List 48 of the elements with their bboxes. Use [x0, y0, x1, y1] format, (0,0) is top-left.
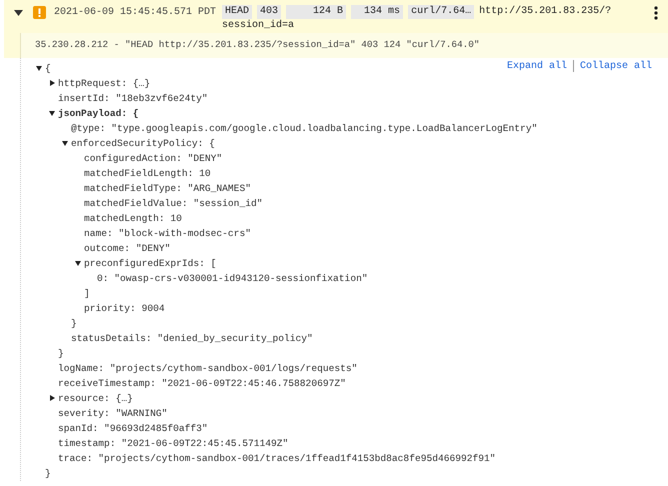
closing-bracket: ] [84, 288, 90, 299]
request-url: session_id=a [222, 19, 294, 33]
tree-field: insertId: "18eb3zvf6e24ty" [58, 93, 208, 104]
tree-field: 0: "owasp-crs-v030001-id943120-sessionfixation" [97, 273, 368, 284]
request-url: http://35.201.83.235/? [479, 5, 612, 19]
tree-field: matchedFieldType: "ARG_NAMES" [84, 183, 251, 194]
expand-toggle-icon[interactable] [36, 65, 42, 71]
chip: 134 ms [351, 5, 404, 19]
tree-field: name: "block-with-modsec-crs" [84, 228, 251, 239]
tree-field: timestamp: "2021-06-09T22:45:45.571149Z" [58, 438, 288, 449]
tree-field: matchedFieldLength: 10 [84, 168, 211, 179]
caret-icon[interactable] [14, 10, 23, 16]
tree-field: priority: 9004 [84, 303, 165, 314]
tree-action-link[interactable]: Expand all [506, 60, 567, 72]
expand-toggle-icon[interactable] [49, 395, 55, 401]
chip: 403 [257, 5, 282, 19]
tree-field: trace: "projects/cythom-sandbox-001/traces/1ffead1f4153bd8ac8fe95d466992f91" [58, 453, 496, 464]
tree-field: configuredAction: "DENY" [84, 153, 222, 164]
tree-node[interactable]: httpRequest: {…} [58, 78, 150, 89]
warning-icon [33, 6, 46, 19]
tree-field: statusDetails: "denied_by_security_policy" [71, 333, 313, 344]
tree-field: matchedFieldValue: "session_id" [84, 198, 262, 209]
tree-field: matchedLength: 10 [84, 213, 182, 224]
more-icon[interactable] [654, 6, 658, 20]
tree-field: outcome: "DENY" [84, 243, 170, 254]
expand-toggle-icon[interactable] [49, 80, 55, 86]
log-summary: 35.230.28.212 - "HEAD http://35.201.83.235/?session_id=a" 403 124 "curl/7.64.0" [20, 33, 668, 58]
closing-bracket: } [58, 348, 64, 359]
closing-bracket: } [71, 318, 77, 329]
tree-field: receiveTimestamp: "2021-06-09T22:45:46.758820697Z" [58, 378, 346, 389]
tree-node[interactable]: enforcedSecurityPolicy: { [71, 138, 215, 149]
expand-toggle-icon[interactable] [75, 260, 81, 266]
tree-node[interactable]: { [45, 63, 51, 74]
expand-toggle-icon[interactable] [62, 140, 68, 146]
tree-action-link[interactable]: Collapse all [580, 60, 652, 72]
tree-node[interactable]: resource: {…} [58, 393, 133, 404]
tree-field: logName: "projects/cythom-sandbox-001/logs/requests" [58, 363, 358, 374]
chip: curl/7.64… [408, 5, 474, 19]
chip: HEAD [222, 5, 252, 19]
timestamp: 2021-06-09 15:45:45.571 PDT [54, 7, 216, 18]
chip: 124 B [286, 5, 346, 19]
tree-field: severity: "WARNING" [58, 408, 168, 419]
tree-field: @type: "type.googleapis.com/google.cloud.loadbalancing.type.LoadBalancerLogEntry" [71, 123, 538, 134]
tree-node[interactable]: jsonPayload: { [58, 108, 139, 119]
tree-field: spanId: "96693d2485f0aff3" [58, 423, 208, 434]
tree-node[interactable]: preconfiguredExprIds: [ [84, 258, 216, 269]
closing-bracket: } [45, 468, 51, 479]
expand-toggle-icon[interactable] [49, 110, 55, 116]
